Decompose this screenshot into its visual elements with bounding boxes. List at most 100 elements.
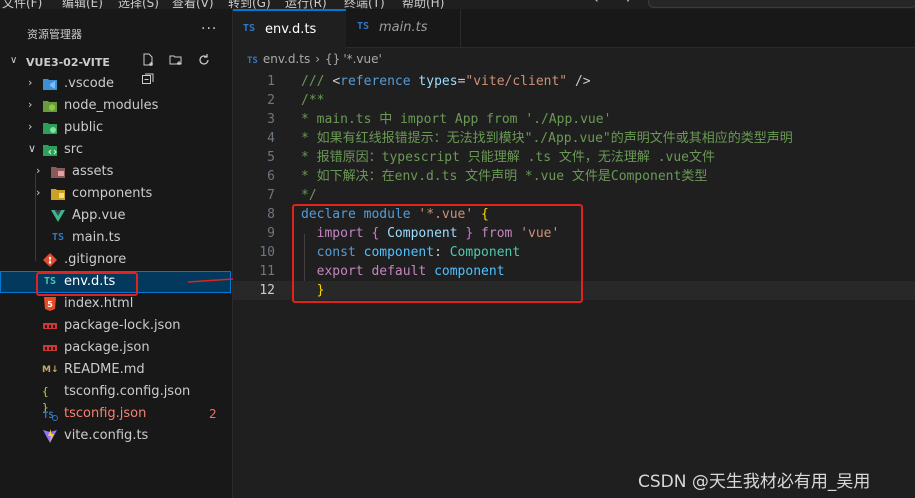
code-text: /// <reference types="vite/client" /> bbox=[301, 72, 591, 91]
refresh-icon[interactable] bbox=[195, 53, 213, 71]
explorer-title: 资源管理器 bbox=[27, 28, 82, 41]
tree-item-gitignore[interactable]: .gitignore bbox=[0, 249, 231, 271]
tab-main-ts[interactable]: TS main.ts bbox=[347, 9, 461, 47]
annotation-highlight-env bbox=[36, 272, 138, 296]
command-center-search[interactable] bbox=[648, 0, 915, 8]
tree-item-main-ts[interactable]: TS main.ts bbox=[0, 227, 231, 249]
tree-item-vite-config-ts[interactable]: vite.config.ts bbox=[0, 425, 231, 447]
watermark: CSDN @天生我材必有用_吴用 bbox=[638, 472, 871, 492]
breadcrumb: TS env.d.ts › {} '*.vue' bbox=[247, 52, 382, 70]
tree-item-index-html[interactable]: 5 index.html bbox=[0, 293, 231, 315]
menu-view[interactable]: 查看(V) bbox=[172, 0, 214, 9]
nav-forward-icon[interactable]: → bbox=[620, 0, 631, 7]
vue-icon bbox=[50, 208, 66, 224]
components-folder-icon bbox=[50, 186, 66, 202]
project-header[interactable]: ∨ VUE3-02-VITE bbox=[0, 51, 232, 84]
line-number: 2 bbox=[267, 93, 275, 108]
code-line[interactable]: 4 * 如果有红线报错提示：无法找到模块"./App.vue"的声明文件或其相应的… bbox=[233, 129, 915, 148]
breadcrumb-file[interactable]: env.d.ts bbox=[263, 52, 310, 66]
menu-selection[interactable]: 选择(S) bbox=[118, 0, 159, 9]
code-token: /// bbox=[301, 74, 333, 89]
src-folder-icon bbox=[42, 142, 58, 158]
line-number: 8 bbox=[267, 207, 275, 222]
chevron-right-icon: › bbox=[28, 98, 33, 111]
menu-edit[interactable]: 编辑(E) bbox=[62, 0, 103, 9]
json-icon: { } bbox=[42, 385, 49, 414]
npm-icon bbox=[42, 340, 58, 356]
line-number: 3 bbox=[267, 112, 275, 127]
tree-item-assets[interactable]: › assets bbox=[0, 161, 231, 183]
tree-item-label: .vscode bbox=[64, 76, 114, 91]
menu-go[interactable]: 转到(G) bbox=[228, 0, 271, 9]
nav-back-icon[interactable]: ← bbox=[594, 0, 605, 7]
svg-text:5: 5 bbox=[47, 300, 53, 309]
npm-icon bbox=[42, 318, 58, 334]
line-number: 4 bbox=[267, 131, 275, 146]
tree-item-label: .gitignore bbox=[64, 252, 127, 267]
line-number: 6 bbox=[267, 169, 275, 184]
line-number: 5 bbox=[267, 150, 275, 165]
error-count-badge: 2 bbox=[209, 407, 217, 421]
svg-text:TS: TS bbox=[43, 411, 54, 421]
markdown-icon: M↓ bbox=[42, 365, 59, 375]
menu-help[interactable]: 帮助(H) bbox=[402, 0, 444, 9]
tree-item-label: tsconfig.json bbox=[64, 406, 147, 421]
code-line[interactable]: 1 /// <reference types="vite/client" /> bbox=[233, 72, 915, 91]
menu-terminal[interactable]: 终端(T) bbox=[344, 0, 385, 9]
tree-item-src[interactable]: ∨ src bbox=[0, 139, 231, 161]
code-line[interactable]: 2 /** bbox=[233, 91, 915, 110]
tree-item-public[interactable]: › public bbox=[0, 117, 231, 139]
project-name: VUE3-02-VITE bbox=[26, 56, 110, 69]
new-folder-icon[interactable] bbox=[167, 53, 185, 71]
vscode-folder-icon bbox=[42, 76, 58, 92]
tree-item-label: main.ts bbox=[72, 230, 121, 245]
code-token: /** bbox=[301, 93, 325, 108]
tree-item-label: components bbox=[72, 186, 153, 201]
tree-item-tsconfig-config-json[interactable]: { } tsconfig.config.json bbox=[0, 381, 231, 414]
git-icon bbox=[42, 252, 58, 268]
tree-item-readme-md[interactable]: M↓ README.md bbox=[0, 359, 231, 381]
line-number: 1 bbox=[267, 74, 275, 89]
code-line[interactable]: 5 * 报错原因：typescript 只能理解 .ts 文件，无法理解 .vue… bbox=[233, 148, 915, 167]
ts-icon: TS bbox=[51, 232, 65, 243]
tree-item-node-modules[interactable]: › node_modules bbox=[0, 95, 231, 117]
tree-item-label: App.vue bbox=[72, 208, 126, 223]
code-line[interactable]: 7 */ bbox=[233, 186, 915, 205]
tab-label: env.d.ts bbox=[265, 22, 317, 37]
assets-folder-icon bbox=[50, 164, 66, 180]
chevron-down-icon: ∨ bbox=[28, 142, 37, 155]
line-number: 9 bbox=[267, 226, 275, 241]
chevron-right-icon: › bbox=[28, 76, 33, 89]
code-line[interactable]: 6 * 如下解决：在env.d.ts 文件声明 *.vue 文件是Componen… bbox=[233, 167, 915, 186]
tree-item-components[interactable]: › components bbox=[0, 183, 231, 205]
ts-icon: TS bbox=[243, 23, 256, 34]
symbol-namespace-icon: {} bbox=[325, 52, 341, 66]
tree-item-label: node_modules bbox=[64, 98, 159, 113]
chevron-down-icon: ∨ bbox=[10, 55, 18, 66]
tree-item-package-lock-json[interactable]: package-lock.json bbox=[0, 315, 231, 337]
code-token: * 报错原因：typescript 只能理解 .ts 文件，无法理解 .vue文… bbox=[301, 150, 716, 165]
editor-tabs: TS env.d.ts TS main.ts bbox=[233, 9, 915, 48]
chevron-right-icon: › bbox=[36, 164, 41, 177]
tree-item-label: assets bbox=[72, 164, 114, 179]
breadcrumb-symbol[interactable]: '*.vue' bbox=[343, 52, 382, 66]
new-file-icon[interactable] bbox=[139, 53, 157, 71]
tree-item-app-vue[interactable]: App.vue bbox=[0, 205, 231, 227]
tree-item-package-json[interactable]: package.json bbox=[0, 337, 231, 359]
menu-file[interactable]: 文件(F) bbox=[2, 0, 42, 9]
tree-item-label: src bbox=[64, 142, 83, 157]
code-text: * main.ts 中 import App from './App.vue' bbox=[301, 110, 611, 129]
more-actions-icon[interactable]: ··· bbox=[201, 21, 217, 37]
code-token: "vite/client" bbox=[465, 74, 568, 89]
menu-run[interactable]: 运行(R) bbox=[285, 0, 327, 9]
code-token: * 如果有红线报错提示：无法找到模块"./App.vue"的声明文件或其相应的类… bbox=[301, 131, 793, 146]
tab-env-d-ts[interactable]: TS env.d.ts bbox=[233, 9, 346, 48]
public-folder-icon bbox=[42, 120, 58, 136]
line-number: 10 bbox=[259, 245, 275, 260]
annotation-highlight-code bbox=[292, 204, 583, 303]
line-number: 7 bbox=[267, 188, 275, 203]
code-line[interactable]: 3 * main.ts 中 import App from './App.vue' bbox=[233, 110, 915, 129]
tree-item-vscode[interactable]: › .vscode bbox=[0, 73, 231, 95]
tree-item-tsconfig-json[interactable]: TS tsconfig.json 2 bbox=[0, 403, 231, 425]
code-text: * 报错原因：typescript 只能理解 .ts 文件，无法理解 .vue文… bbox=[301, 148, 715, 167]
